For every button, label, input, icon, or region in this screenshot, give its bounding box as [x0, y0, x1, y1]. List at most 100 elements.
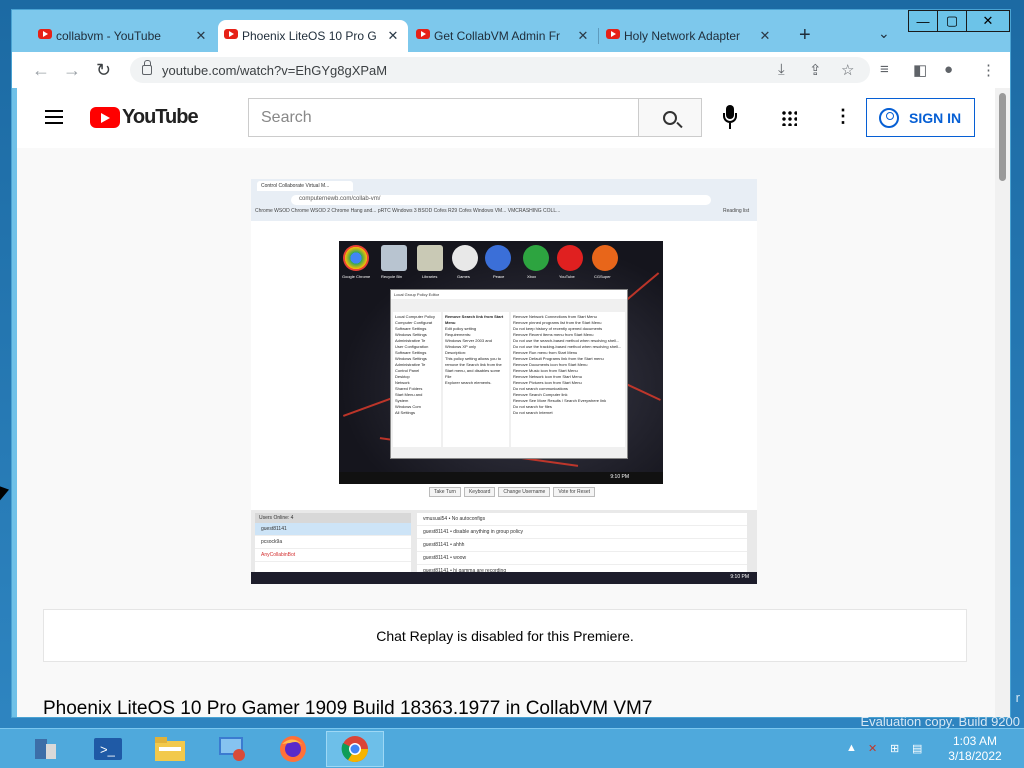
- desktop-icon-label: Google Chrome: [342, 274, 371, 279]
- profile-icon[interactable]: ●: [944, 61, 953, 78]
- side-panel-icon[interactable]: ◧: [913, 61, 927, 79]
- youtube-play-icon: [90, 107, 120, 128]
- group-policy-dialog: Local Group Policy Editor Local Computer…: [390, 289, 628, 459]
- video-frame-clock: 9:10 PM: [730, 574, 749, 580]
- tab-collabvm-youtube[interactable]: collabvm - YouTube ✕: [32, 20, 216, 52]
- user-row: pcsock9a: [255, 536, 411, 549]
- close-window-button[interactable]: ✕: [966, 10, 1010, 32]
- desktop-icon-label: Games: [457, 274, 470, 279]
- reload-icon[interactable]: ↻: [96, 60, 111, 81]
- youtube-header: YouTube Search ⋮ SIGN IN: [17, 88, 995, 148]
- maximize-button[interactable]: ▢: [937, 10, 967, 32]
- file-explorer-icon[interactable]: [141, 731, 199, 767]
- bookmark-star-icon[interactable]: ☆: [841, 61, 854, 79]
- evaluation-watermark: r Evaluation copy. Build 9200: [861, 686, 1020, 734]
- scroll-thumb[interactable]: [999, 93, 1006, 181]
- dialog-title: Local Group Policy Editor: [391, 290, 627, 299]
- install-icon[interactable]: ⤓: [778, 61, 785, 78]
- tab-close-icon[interactable]: ✕: [386, 28, 400, 44]
- video-frame-url: computernewb.com/collab-vm/: [291, 195, 711, 205]
- network-icon[interactable]: ⊞: [890, 742, 899, 755]
- browser-toolbar: ← → ↻ youtube.com/watch?v=EhGYg8gXPaM ⤓ …: [12, 52, 1010, 88]
- back-arrow-icon[interactable]: ←: [32, 60, 50, 81]
- video-frame-taskbar: 9:10 PM: [251, 572, 757, 584]
- youtube-desktop-icon: [557, 245, 583, 271]
- apps-grid-icon[interactable]: [781, 110, 797, 126]
- action-center-icon[interactable]: ▤: [912, 742, 922, 755]
- games-icon: [452, 245, 478, 271]
- tab-close-icon[interactable]: ✕: [194, 28, 208, 44]
- svg-text:>_: >_: [100, 742, 116, 757]
- sign-in-button[interactable]: SIGN IN: [866, 98, 975, 137]
- more-options-icon[interactable]: ⋮: [834, 106, 852, 127]
- show-hidden-icon[interactable]: ▲: [846, 742, 857, 754]
- tab-get-collabvm-admin[interactable]: Get CollabVM Admin Fr ✕: [410, 20, 598, 52]
- url-text: youtube.com/watch?v=EhGYg8gXPaM: [162, 62, 388, 78]
- tab-close-icon[interactable]: ✕: [758, 28, 772, 44]
- control-panel-icon[interactable]: [203, 731, 261, 767]
- desktop-icon-label: YouTube: [559, 274, 575, 279]
- chat-message: guest81141 • ahhh: [417, 539, 747, 552]
- users-header: Users Online: 4: [255, 513, 411, 523]
- volume-muted-icon[interactable]: ✕: [868, 742, 877, 755]
- firefox-icon[interactable]: [264, 731, 322, 767]
- search-input[interactable]: Search: [248, 98, 639, 137]
- vm-screen: Google Chrome Recycle Bin Libraries Game…: [339, 241, 663, 484]
- clock-time: 1:03 AM: [952, 734, 998, 748]
- user-row: AnyCollabinBot: [255, 549, 411, 562]
- policy-description: Remove Search link from Start Menu Edit …: [443, 312, 509, 447]
- minimize-button[interactable]: —: [908, 10, 938, 32]
- account-icon: [879, 107, 899, 128]
- policy-tree: Local Computer Policy Computer Configurat…: [393, 312, 441, 447]
- menu-icon[interactable]: ⋮: [981, 61, 996, 79]
- clock-date: 3/18/2022: [948, 749, 1002, 763]
- browser-window: collabvm - YouTube ✕ Phoenix LiteOS 10 P…: [11, 9, 1011, 718]
- search-icon: [663, 110, 677, 125]
- video-title: Phoenix LiteOS 10 Pro Gamer 1909 Build 1…: [43, 698, 653, 717]
- chrome-icon[interactable]: [326, 731, 384, 767]
- desktop-icon-label: Xbox: [527, 274, 537, 279]
- tab-close-icon[interactable]: ✕: [576, 28, 590, 44]
- taskbar-clock[interactable]: 1:03 AM 3/18/2022: [930, 734, 1020, 764]
- cgsuper-icon: [592, 245, 618, 271]
- share-icon[interactable]: ⇪: [809, 61, 822, 79]
- windows-taskbar: >_ ▲ ✕ ⊞ ▤ 1:03 AM 3/18/2022: [0, 728, 1024, 768]
- tab-label: Phoenix LiteOS 10 Pro G: [242, 29, 377, 43]
- tab-label: Get CollabVM Admin Fr: [434, 29, 561, 43]
- server-manager-icon[interactable]: [16, 731, 74, 767]
- youtube-favicon-icon: [38, 29, 52, 39]
- vm-clock: 9:10 PM: [610, 474, 629, 480]
- sign-in-label: SIGN IN: [909, 109, 962, 126]
- video-player[interactable]: Control Collaborate Virtual M... compute…: [251, 179, 757, 584]
- xbox-icon: [523, 245, 549, 271]
- page-scrollbar[interactable]: [995, 88, 1010, 717]
- forward-arrow-icon[interactable]: →: [63, 60, 81, 81]
- youtube-logo[interactable]: YouTube: [90, 106, 199, 129]
- new-tab-button[interactable]: +: [799, 24, 811, 47]
- chat-message: vmusual54 • No autoconfigs: [417, 513, 747, 526]
- tab-label: collabvm - YouTube: [56, 29, 161, 43]
- desktop-icon-label: Libraries: [422, 274, 438, 279]
- libraries-icon: [417, 245, 443, 271]
- reading-list-icon[interactable]: ≡: [880, 61, 889, 78]
- search-button[interactable]: [638, 98, 702, 137]
- tab-search-chevron-icon[interactable]: ⌄: [878, 25, 890, 42]
- hamburger-menu-icon[interactable]: [45, 110, 63, 124]
- video-frame-tab: Control Collaborate Virtual M...: [257, 181, 353, 191]
- powershell-icon[interactable]: >_: [79, 731, 137, 767]
- youtube-favicon-icon: [224, 29, 238, 39]
- vm-taskbar: 9:10 PM: [339, 472, 663, 484]
- address-bar[interactable]: youtube.com/watch?v=EhGYg8gXPaM: [130, 57, 870, 83]
- chat-panel: vmusual54 • No autoconfigs guest81141 • …: [417, 513, 747, 578]
- desktop-icon-label: Recycle Bin: [381, 274, 403, 279]
- policy-list: Remove Network Connections from Start Me…: [511, 312, 625, 447]
- video-frame-page: Google Chrome Recycle Bin Libraries Game…: [251, 221, 757, 510]
- desktop-icon-label: Peace: [493, 274, 505, 279]
- microphone-icon[interactable]: [720, 105, 740, 131]
- peace-icon: [485, 245, 511, 271]
- tab-phoenix-liteos[interactable]: Phoenix LiteOS 10 Pro G ✕: [218, 20, 408, 52]
- chat-message: guest81141 • disable anything in group p…: [417, 526, 747, 539]
- tab-holy-network-adapter[interactable]: Holy Network Adapter ✕: [600, 20, 780, 52]
- vm-chat-area: Users Online: 4 guest81141 pcsock9a AnyC…: [251, 510, 757, 578]
- youtube-favicon-icon: [416, 29, 430, 39]
